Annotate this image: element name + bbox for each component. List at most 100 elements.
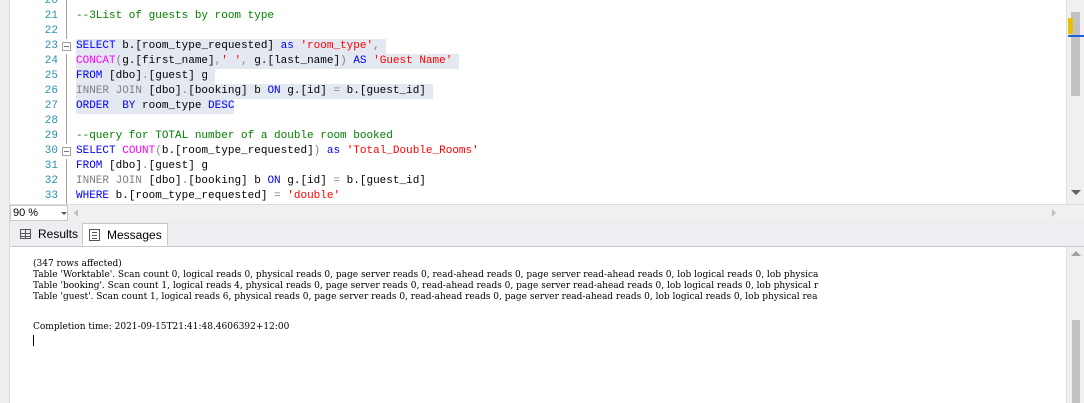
grid-icon (20, 229, 31, 239)
code-token: INNER JOIN (76, 85, 143, 97)
code-text: ORDER BY room_type DESC (76, 99, 235, 114)
messages-icon (89, 229, 100, 241)
code-line[interactable]: 28 (10, 114, 1066, 129)
message-line: Table 'booking'. Scan count 1, logical r… (33, 281, 819, 291)
code-line[interactable]: 21 --3List of guests by room type (10, 9, 1066, 24)
messages-vertical-scrollbar[interactable] (1066, 247, 1084, 403)
code-line[interactable]: 25 FROM [dbo].[guest] g (10, 69, 1066, 84)
editor-vertical-scrollbar[interactable] (1066, 0, 1084, 204)
code-token: g.[id] (280, 85, 334, 97)
scroll-down-arrow-icon[interactable] (1071, 190, 1081, 195)
code-token: INNER JOIN (76, 175, 143, 187)
ssms-query-window: 20 21 --3List of guests by room type 22 23 SE… (0, 0, 1084, 403)
code-token: . (142, 160, 149, 172)
code-token: b.[room_type_requested] (115, 40, 281, 52)
code-line[interactable]: 22 (10, 24, 1066, 39)
code-token: b.[guest_id] (340, 85, 433, 97)
code-token: CONCAT (76, 55, 116, 67)
tab-results-label: Results (38, 227, 79, 241)
code-token: . (142, 70, 149, 82)
code-line[interactable]: 24 CONCAT(g.[first_name],' ', g.[last_nam… (10, 54, 1066, 69)
caret-position-marker (1068, 35, 1084, 37)
scroll-up-arrow-icon[interactable] (1071, 251, 1081, 256)
outline-guide (66, 114, 67, 129)
code-token: as (326, 145, 341, 157)
code-text: SELECT COUNT(b.[room_type_requested]) as… (76, 144, 479, 159)
line-number: 33 (44, 190, 58, 202)
code-text: FROM [dbo].[guest] g (76, 69, 215, 84)
line-number: 21 (44, 10, 58, 22)
line-number: 24 (44, 55, 58, 67)
zoom-value: 90 % (13, 207, 39, 219)
zoom-dropdown[interactable]: 90 % (10, 205, 68, 221)
code-token: SELECT (76, 40, 116, 52)
code-text: --3List of guests by room type (76, 9, 274, 24)
tab-messages[interactable]: Messages (82, 223, 168, 246)
code-line[interactable]: 27 ORDER BY room_type DESC (10, 99, 1066, 114)
scroll-left-arrow-icon[interactable] (74, 209, 78, 217)
code-token: DESC (208, 100, 235, 112)
tab-results[interactable]: Results (14, 223, 80, 246)
code-token: 'Guest Name' (373, 55, 453, 67)
messages-scroll-thumb[interactable] (1072, 320, 1080, 403)
code-token: ON (267, 175, 281, 187)
code-token: b.[room_type_requested] (109, 190, 275, 202)
line-number: 20 (44, 0, 58, 7)
message-line: Table 'guest'. Scan count 1, logical rea… (33, 292, 818, 302)
code-token: , (373, 40, 380, 52)
code-token: FROM (76, 160, 103, 172)
outline-guide (66, 0, 67, 9)
code-token: , (241, 55, 248, 67)
code-text: FROM [dbo].[guest] g (76, 159, 208, 174)
messages-pane[interactable]: (347 rows affected) Table 'Worktable'. S… (10, 247, 1066, 403)
outline-guide (66, 129, 67, 144)
code-text: SELECT b.[room_type_requested] as 'room_… (76, 39, 387, 54)
code-token: = (274, 190, 281, 202)
code-token: g.[last_name] (247, 55, 341, 67)
code-text: INNER JOIN [dbo].[booking] b ON g.[id] =… (76, 84, 433, 99)
line-number: 27 (44, 100, 58, 112)
line-number: 26 (44, 85, 58, 97)
code-token: ( (155, 145, 162, 157)
scroll-right-arrow-icon[interactable] (1052, 209, 1056, 217)
query-editor[interactable]: 20 21 --3List of guests by room type 22 23 SE… (10, 0, 1066, 204)
code-token: SELECT (76, 145, 116, 157)
code-token: [guest] g (148, 70, 215, 82)
code-line[interactable]: 33 WHERE b.[room_type_requested] = 'doubl… (10, 189, 1066, 204)
code-line[interactable]: 31 FROM [dbo].[guest] g (10, 159, 1066, 174)
outline-guide (66, 189, 67, 204)
code-token: [dbo] (102, 160, 143, 172)
message-line: Table 'Worktable'. Scan count 0, logical… (33, 270, 819, 280)
code-line[interactable]: 23 SELECT b.[room_type_requested] as 'roo… (10, 39, 1066, 54)
outline-guide (66, 99, 67, 114)
code-token: 'Total_Double_Rooms' (346, 145, 479, 157)
code-line[interactable]: 30 SELECT COUNT(b.[room_type_requested]) … (10, 144, 1066, 159)
code-token: [booking] b (188, 85, 268, 97)
code-text: --query for TOTAL number of a double roo… (76, 129, 393, 144)
change-marker (1068, 18, 1073, 34)
code-line[interactable]: 20 (10, 0, 1066, 9)
code-text: WHERE b.[room_type_requested] = 'double' (76, 189, 340, 204)
code-token: --3List of guests by room type (76, 10, 275, 22)
code-line[interactable]: 26 INNER JOIN [dbo].[booking] b ON g.[id]… (10, 84, 1066, 99)
line-number: 22 (44, 25, 58, 37)
code-token: g.[id] (280, 175, 334, 187)
code-token: [guest] g (148, 160, 209, 172)
code-line[interactable]: 32 INNER JOIN [dbo].[booking] b ON g.[id]… (10, 174, 1066, 189)
code-token: ' ' (221, 55, 242, 67)
outline-guide (66, 84, 67, 99)
code-token: 'double' (287, 190, 341, 202)
code-token: [booking] b (188, 175, 268, 187)
collapse-icon[interactable] (62, 42, 71, 51)
line-number: 28 (44, 115, 58, 127)
editor-status-bar: 90 % (10, 204, 1084, 221)
chevron-down-icon[interactable] (61, 212, 67, 215)
outline-guide (66, 54, 67, 69)
code-line[interactable]: 29 --query for TOTAL number of a double r… (10, 129, 1066, 144)
collapse-icon[interactable] (62, 147, 71, 156)
code-token: room_type (135, 100, 209, 112)
line-number: 25 (44, 70, 58, 82)
